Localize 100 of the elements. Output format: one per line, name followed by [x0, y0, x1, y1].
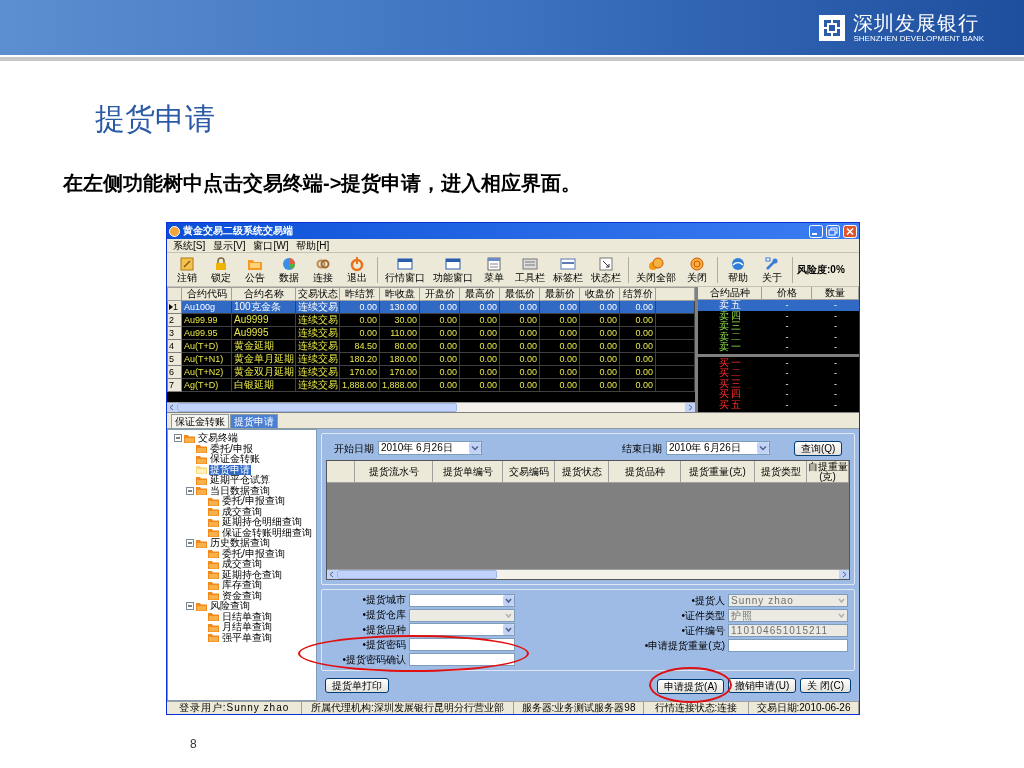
- quote-row[interactable]: 买 一 - -: [698, 357, 859, 368]
- restore-icon[interactable]: [826, 224, 840, 238]
- toolbar-button[interactable]: 锁定: [205, 254, 237, 285]
- toolbar-button[interactable]: 连接: [307, 254, 339, 285]
- tree-item[interactable]: 保证金转账明细查询: [221, 527, 313, 538]
- column-header[interactable]: 提货流水号: [355, 461, 433, 482]
- column-header[interactable]: 开盘价: [419, 287, 460, 301]
- collapse-icon[interactable]: [186, 602, 194, 611]
- scrollbar[interactable]: [327, 569, 849, 579]
- tree-item[interactable]: 月结单查询: [221, 622, 273, 633]
- tree-item[interactable]: 提货申请: [209, 464, 251, 475]
- column-header[interactable]: 收盘价: [579, 287, 620, 301]
- toolbar-button[interactable]: 关闭: [681, 254, 713, 285]
- date-field[interactable]: 2010年 6月26日: [666, 441, 770, 455]
- quote-label: 买 四: [717, 389, 743, 399]
- column-header[interactable]: 昨收盘: [379, 287, 420, 301]
- column-header[interactable]: 价格: [762, 287, 812, 299]
- minimize-icon[interactable]: [809, 224, 823, 238]
- column-header[interactable]: 自提重量(克): [807, 461, 849, 482]
- column-header[interactable]: 提货状态: [555, 461, 609, 482]
- tab[interactable]: 保证金转账: [171, 414, 229, 428]
- column-header[interactable]: 合约名称: [231, 287, 296, 301]
- menu-item[interactable]: 显示[V]: [211, 239, 248, 252]
- scroll-thumb[interactable]: [337, 570, 497, 579]
- scroll-thumb[interactable]: [177, 403, 457, 412]
- toolbar-button[interactable]: 公告: [239, 254, 271, 285]
- date-field[interactable]: 2010年 6月26日: [378, 441, 482, 455]
- column-header[interactable]: 最低价: [499, 287, 540, 301]
- quote-row[interactable]: 买 四 - -: [698, 389, 859, 400]
- tree-item[interactable]: 日结单查询: [221, 611, 273, 622]
- quote-row[interactable]: 卖 三 - -: [698, 321, 859, 332]
- toolbar-button[interactable]: 菜单: [478, 254, 510, 285]
- toolbar-button[interactable]: 状态栏: [588, 254, 624, 285]
- tree-item[interactable]: 库存查询: [221, 580, 263, 591]
- input-field[interactable]: [409, 638, 515, 651]
- menu-item[interactable]: 系统[S]: [171, 239, 208, 252]
- button[interactable]: 查询(Q): [794, 440, 842, 456]
- toolbar-button[interactable]: 数据: [273, 254, 305, 285]
- menu-item[interactable]: 帮助[H]: [294, 239, 332, 252]
- quote-row[interactable]: 卖 五 - -: [698, 300, 859, 311]
- column-header[interactable]: 提货重量(克): [681, 461, 755, 482]
- toolbar-button[interactable]: 工具栏: [512, 254, 548, 285]
- tree-item[interactable]: 延期平仓试算: [209, 475, 271, 486]
- globe-icon: [730, 256, 746, 272]
- column-header[interactable]: 合约品种: [698, 287, 762, 299]
- quote-row[interactable]: 卖 二 - -: [698, 331, 859, 342]
- column-header[interactable]: 数量: [812, 287, 859, 299]
- button[interactable]: 申请提货(A): [657, 679, 725, 694]
- column-header[interactable]: 合约代码: [181, 287, 232, 301]
- quote-row[interactable]: 买 三 - -: [698, 378, 859, 389]
- row-number: 7: [169, 379, 174, 391]
- tree-item[interactable]: 历史数据查询: [209, 538, 271, 549]
- button[interactable]: 提货单打印: [325, 677, 389, 693]
- tree-item[interactable]: 风险查询: [209, 601, 251, 612]
- column-header[interactable]: 提货类型: [755, 461, 807, 482]
- quote-row[interactable]: 买 五 - -: [698, 399, 859, 410]
- tree-item[interactable]: 委托/申报查询: [221, 496, 286, 507]
- toolbar-button[interactable]: 行情窗口: [382, 254, 428, 285]
- toolbar-button[interactable]: 退出: [341, 254, 373, 285]
- tree-item[interactable]: 委托/申报查询: [221, 548, 286, 559]
- tree-item[interactable]: 当日数据查询: [209, 485, 271, 496]
- tree-item[interactable]: 保证金转账: [209, 454, 261, 465]
- column-header[interactable]: 昨结算: [339, 287, 380, 301]
- toolbar-button[interactable]: 标签栏: [550, 254, 586, 285]
- toolbar-button[interactable]: 关于: [756, 254, 788, 285]
- tree-item[interactable]: 成交查询: [221, 506, 263, 517]
- collapse-icon[interactable]: [186, 539, 194, 548]
- column-header[interactable]: 交易编码: [503, 461, 555, 482]
- column-header[interactable]: 交易状态: [295, 287, 340, 301]
- toolbar-button[interactable]: 关闭全部: [633, 254, 679, 285]
- tree-item[interactable]: 资金查询: [221, 590, 263, 601]
- column-header[interactable]: 结算价: [619, 287, 656, 301]
- menu-item[interactable]: 窗口[W]: [251, 239, 291, 252]
- column-header[interactable]: 最新价: [539, 287, 580, 301]
- collapse-icon[interactable]: [186, 486, 194, 495]
- quote-row[interactable]: 卖 四 - -: [698, 310, 859, 321]
- tree-item[interactable]: 委托/申报: [209, 443, 254, 454]
- scrollbar[interactable]: [167, 402, 695, 412]
- toolbar-button[interactable]: 注销: [171, 254, 203, 285]
- quote-row[interactable]: 买 二 - -: [698, 368, 859, 379]
- button[interactable]: 关 闭(C): [800, 677, 851, 693]
- toolbar-button[interactable]: 帮助: [722, 254, 754, 285]
- tree-item[interactable]: 交易终端: [197, 433, 239, 444]
- tree-item[interactable]: 延期持仓查询: [221, 569, 283, 580]
- toolbar-button[interactable]: 功能窗口: [430, 254, 476, 285]
- quote-row[interactable]: 卖 一 - -: [698, 342, 859, 353]
- tree-item[interactable]: 延期持仓明细查询: [221, 517, 303, 528]
- close-icon[interactable]: [843, 224, 857, 238]
- dropdown-field[interactable]: [409, 593, 515, 607]
- collapse-icon[interactable]: [174, 434, 182, 443]
- button[interactable]: 撤销申请(U): [728, 677, 797, 693]
- input-field[interactable]: [728, 639, 848, 652]
- tree-item[interactable]: 成交查询: [221, 559, 263, 570]
- tab[interactable]: 提货申请: [230, 414, 278, 428]
- column-header[interactable]: 提货单编号: [433, 461, 503, 482]
- tree-item[interactable]: 强平单查询: [221, 632, 273, 643]
- input-field[interactable]: [409, 653, 515, 666]
- column-header[interactable]: 提货品种: [609, 461, 681, 482]
- column-header[interactable]: 最高价: [459, 287, 500, 301]
- dropdown-field[interactable]: [409, 623, 515, 637]
